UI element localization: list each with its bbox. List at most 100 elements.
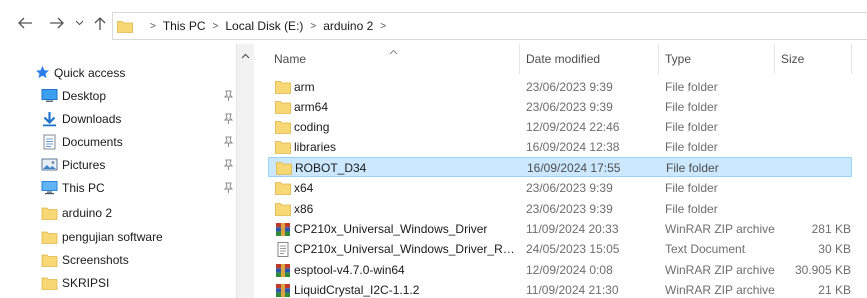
pin-icon[interactable] — [223, 136, 234, 148]
file-name: x64 — [294, 181, 314, 195]
column-header-size[interactable]: Size — [775, 44, 852, 74]
file-type: Text Document — [665, 242, 746, 256]
file-row-selected[interactable]: ROBOT_D34 16/09/2024 17:55 File folder — [268, 157, 852, 177]
text-document-icon — [275, 242, 291, 257]
address-bar[interactable]: > This PC > Local Disk (E:) > arduino 2 … — [112, 12, 867, 40]
pictures-icon — [41, 157, 58, 173]
file-name: x86 — [294, 202, 314, 216]
column-header-label: Size — [781, 52, 805, 66]
pin-icon[interactable] — [223, 159, 234, 171]
nav-item-downloads[interactable]: Downloads — [0, 108, 236, 130]
breadcrumb-this-pc[interactable]: This PC — [163, 19, 206, 33]
winrar-icon — [275, 263, 291, 277]
address-toolbar: > This PC > Local Disk (E:) > arduino 2 … — [0, 0, 867, 44]
file-row[interactable]: coding 12/09/2024 22:46 File folder — [268, 117, 852, 137]
recent-locations-button[interactable] — [73, 14, 85, 32]
navigation-pane: Quick access Desktop Downloads Documents — [0, 44, 254, 298]
nav-item-this-pc[interactable]: This PC — [0, 177, 236, 199]
file-name: coding — [294, 120, 330, 134]
folder-icon — [276, 161, 292, 175]
file-row[interactable]: x64 23/06/2023 9:39 File folder — [268, 178, 852, 198]
file-type: File folder — [665, 120, 718, 134]
scroll-up-icon[interactable] — [241, 48, 250, 62]
column-header-row: Name Date modified Type Size — [254, 44, 867, 74]
nav-item-label: Quick access — [54, 66, 126, 80]
file-date: 23/06/2023 9:39 — [526, 202, 613, 216]
file-name: ROBOT_D34 — [295, 161, 367, 175]
file-row[interactable]: CP210x_Universal_Windows_Driver_Relea...… — [268, 239, 852, 259]
file-date: 23/06/2023 9:39 — [526, 80, 613, 94]
pin-icon[interactable] — [223, 90, 234, 102]
file-row[interactable]: arm64 23/06/2023 9:39 File folder — [268, 97, 852, 117]
nav-item-desktop[interactable]: Desktop — [0, 85, 236, 107]
file-name: esptool-v4.7.0-win64 — [294, 263, 405, 277]
file-row[interactable]: LiquidCrystal_I2C-1.1.2 11/09/2024 21:30… — [268, 280, 852, 298]
file-date: 12/09/2024 22:46 — [526, 120, 620, 134]
file-type: File folder — [665, 181, 718, 195]
breadcrumb-separator: > — [150, 20, 156, 32]
file-row[interactable]: x86 23/06/2023 9:39 File folder — [268, 199, 852, 219]
file-row[interactable]: libraries 16/09/2024 12:38 File folder — [268, 137, 852, 157]
breadcrumb-separator[interactable]: > — [380, 21, 386, 32]
file-name: LiquidCrystal_I2C-1.1.2 — [294, 283, 420, 297]
arrow-up-icon — [93, 16, 107, 31]
chevron-down-icon — [75, 20, 84, 26]
file-date: 12/09/2024 0:08 — [526, 263, 613, 277]
nav-item-quick-access[interactable]: Quick access — [0, 62, 236, 84]
nav-pane-scrollbar[interactable] — [236, 44, 254, 298]
nav-item-screenshots[interactable]: Screenshots — [0, 249, 236, 271]
column-header-date-modified[interactable]: Date modified — [520, 44, 659, 74]
nav-item-label: pengujian software — [62, 230, 163, 244]
file-size: 30.905 KB — [794, 263, 851, 277]
computer-icon — [41, 180, 58, 196]
folder-icon — [41, 252, 58, 268]
file-type: File folder — [665, 80, 718, 94]
star-icon — [35, 65, 52, 81]
file-size: 21 KB — [818, 283, 851, 297]
folder-icon — [275, 100, 291, 114]
nav-item-skripsi[interactable]: SKRIPSI — [0, 272, 236, 294]
documents-icon — [41, 134, 58, 150]
breadcrumb-arduino-2[interactable]: arduino 2 — [323, 19, 373, 33]
breadcrumb-separator[interactable]: > — [213, 21, 219, 32]
file-type: WinRAR ZIP archive — [665, 283, 775, 297]
file-row[interactable]: CP210x_Universal_Windows_Driver 11/09/20… — [268, 219, 852, 239]
forward-button[interactable] — [46, 14, 68, 32]
file-row[interactable]: esptool-v4.7.0-win64 12/09/2024 0:08 Win… — [268, 260, 852, 280]
nav-item-label: Pictures — [62, 158, 106, 172]
up-button[interactable] — [91, 14, 109, 32]
nav-item-label: Downloads — [62, 112, 122, 126]
file-date: 11/09/2024 20:33 — [526, 222, 619, 236]
nav-item-pengujian-software[interactable]: pengujian software — [0, 226, 236, 248]
arrow-right-icon — [49, 16, 65, 30]
file-type: File folder — [665, 100, 718, 114]
file-date: 16/09/2024 17:55 — [527, 161, 621, 175]
file-date: 24/05/2023 15:05 — [526, 242, 620, 256]
file-list: Name Date modified Type Size arm 23/06/2… — [254, 44, 867, 298]
folder-icon — [41, 205, 58, 221]
arrow-left-icon — [17, 16, 33, 30]
file-type: File folder — [665, 202, 718, 216]
pin-icon[interactable] — [223, 113, 234, 125]
file-name: arm — [294, 80, 315, 94]
pin-icon[interactable] — [223, 182, 234, 194]
breadcrumb-local-disk[interactable]: Local Disk (E:) — [225, 19, 303, 33]
folder-icon — [117, 19, 133, 33]
folder-icon — [275, 120, 291, 134]
column-header-type[interactable]: Type — [659, 44, 775, 74]
nav-item-pictures[interactable]: Pictures — [0, 154, 236, 176]
column-header-name[interactable]: Name — [268, 44, 520, 74]
back-button[interactable] — [14, 14, 36, 32]
file-type: File folder — [666, 161, 719, 175]
nav-item-label: Documents — [62, 135, 123, 149]
file-type: File folder — [665, 140, 718, 154]
file-size: 281 KB — [811, 222, 851, 236]
file-name: arm64 — [294, 100, 329, 114]
nav-item-label: This PC — [62, 181, 105, 195]
nav-item-documents[interactable]: Documents — [0, 131, 236, 153]
nav-item-arduino-2[interactable]: arduino 2 — [0, 202, 236, 224]
breadcrumb-separator[interactable]: > — [310, 21, 316, 32]
file-name: CP210x_Universal_Windows_Driver — [294, 222, 488, 236]
file-date: 23/06/2023 9:39 — [526, 100, 613, 114]
file-row[interactable]: arm 23/06/2023 9:39 File folder — [268, 77, 852, 97]
